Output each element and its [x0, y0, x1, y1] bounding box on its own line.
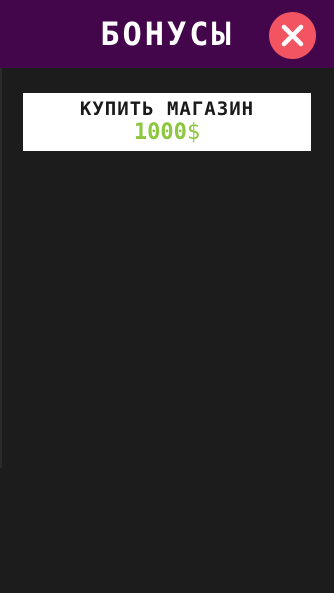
bonus-label: КУПИТЬ МАГАЗИН: [79, 98, 255, 120]
price-currency: $: [186, 120, 201, 145]
left-edge-divider: [0, 68, 2, 468]
bonus-price: 1000$: [23, 120, 311, 146]
bonus-screen: БОНУСЫ КУПИТЬ МАГАЗИН 1000$: [0, 0, 334, 593]
buy-shop-bonus-button[interactable]: КУПИТЬ МАГАЗИН 1000$: [23, 93, 311, 151]
header-bar: БОНУСЫ: [0, 0, 334, 68]
price-amount: 1000: [133, 120, 187, 145]
close-button[interactable]: [269, 12, 316, 59]
bonus-list: КУПИТЬ МАГАЗИН 1000$: [0, 68, 334, 593]
close-icon: [281, 24, 304, 47]
